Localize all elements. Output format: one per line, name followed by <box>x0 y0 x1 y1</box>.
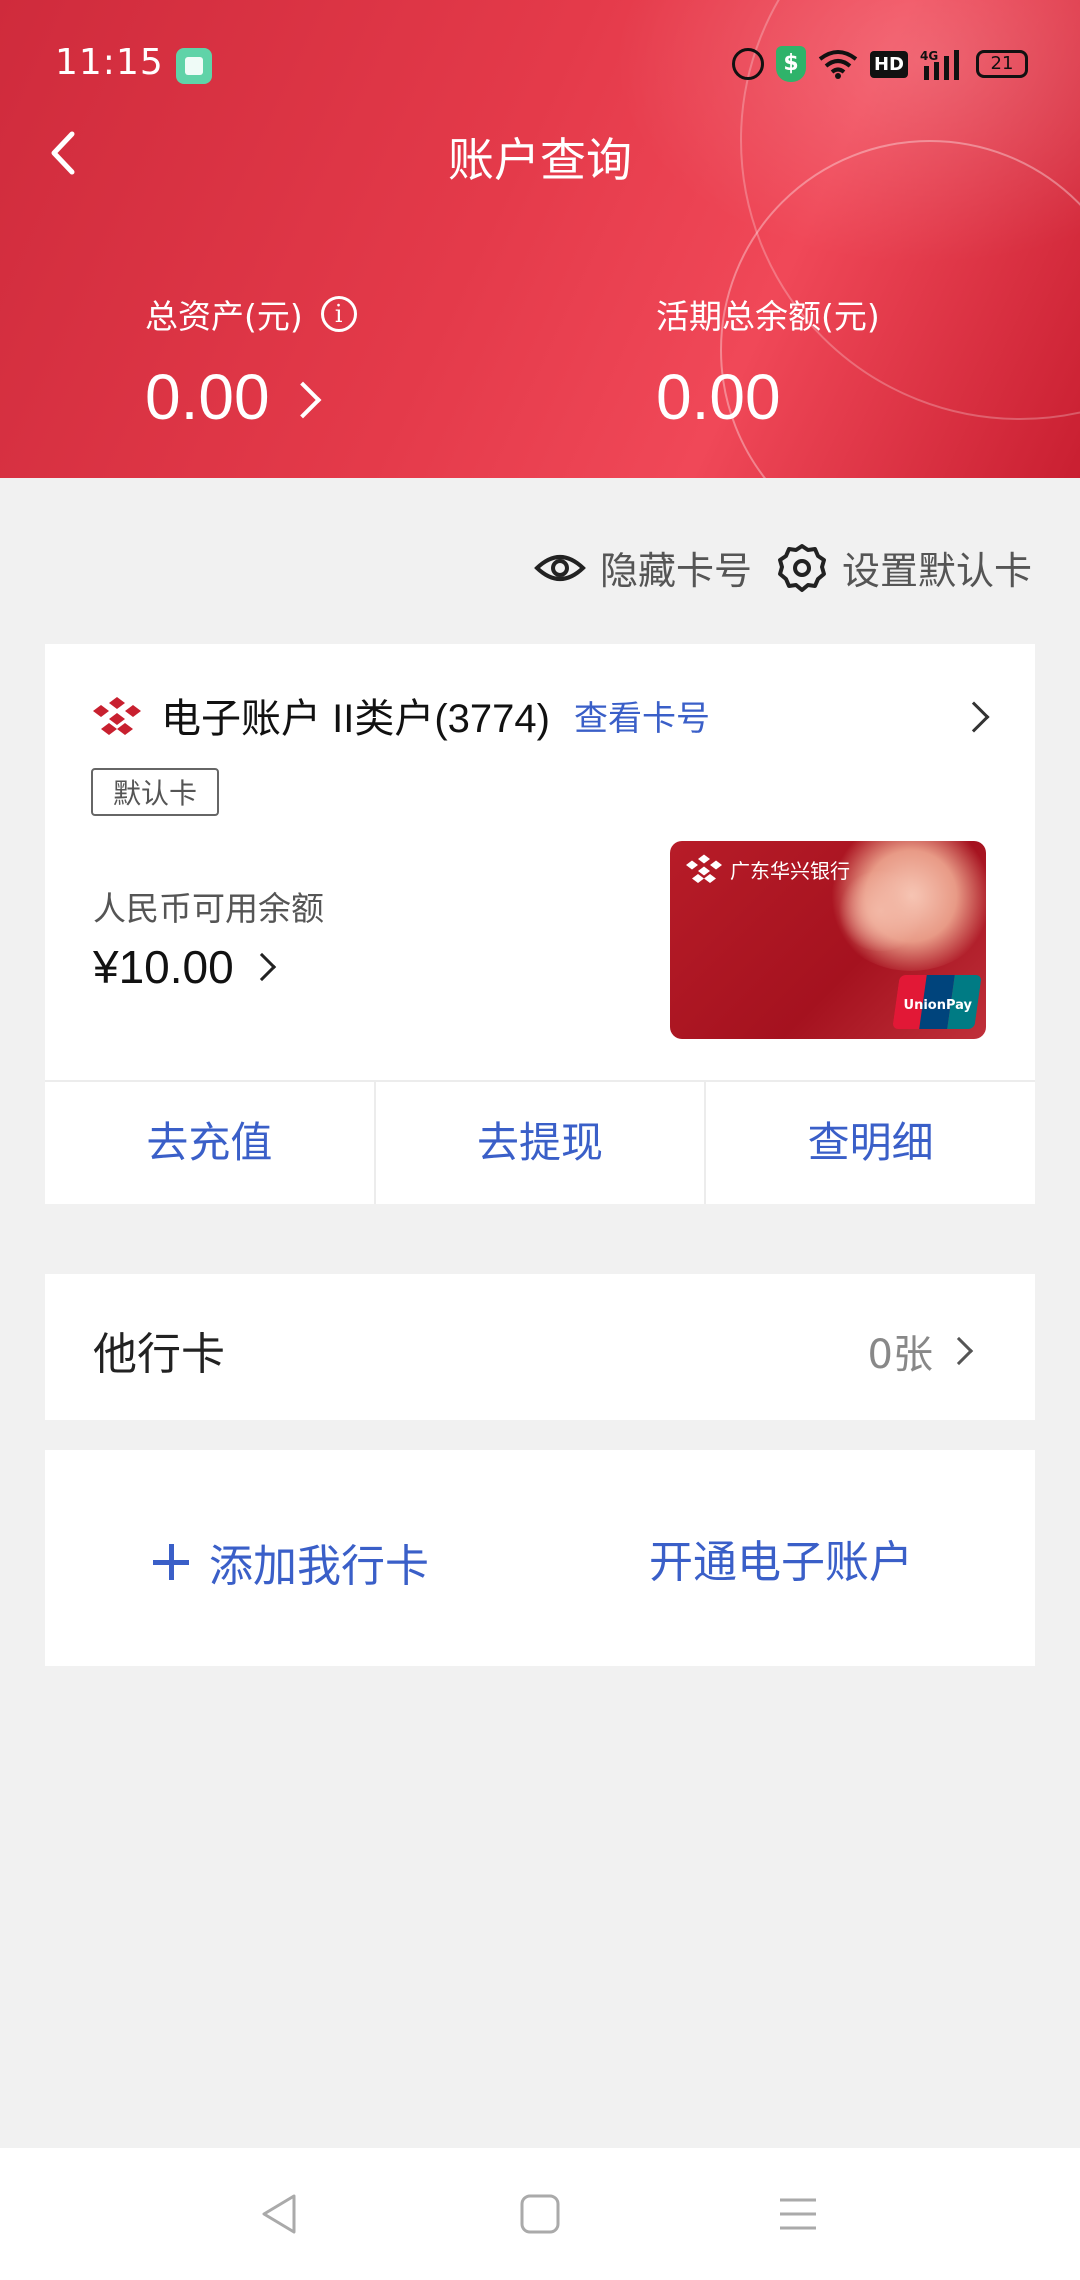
nav-home-icon[interactable] <box>518 2192 562 2236</box>
current-balance-label-row: 活期总余额(元) <box>656 290 880 338</box>
balance-value-row[interactable]: ¥10.00 <box>93 940 276 994</box>
total-assets-value: 0.00 <box>145 361 270 433</box>
shield-icon: $ <box>775 46 806 82</box>
chevron-right-icon <box>284 381 321 419</box>
balance-label: 人民币可用余额 <box>93 889 324 928</box>
page-title: 账户查询 <box>448 133 632 187</box>
app-notification-icon <box>176 48 212 84</box>
balance-value: ¥10.00 <box>93 941 234 993</box>
total-assets-label: 总资产(元) <box>145 297 303 336</box>
current-balance-value-row: 0.00 <box>656 360 880 434</box>
hide-card-number-button[interactable]: 隐藏卡号 <box>534 540 752 595</box>
other-bank-cards-label: 他行卡 <box>93 1329 225 1380</box>
plus-icon <box>153 1544 189 1580</box>
add-bank-card-label: 添加我行卡 <box>209 1541 429 1592</box>
hd-icon: HD <box>869 50 908 78</box>
chevron-right-icon <box>944 1336 974 1366</box>
view-card-number-link[interactable]: 查看卡号 <box>574 691 710 740</box>
svg-text:4G: 4G <box>920 49 938 63</box>
alarm-icon <box>731 48 764 80</box>
set-default-card-label: 设置默认卡 <box>841 549 1032 593</box>
system-navigation-bar <box>0 2148 1080 2280</box>
other-bank-cards-count-row: 0张 <box>867 1322 974 1380</box>
account-name: 电子账户 II类户(3774) <box>161 697 550 741</box>
details-button[interactable]: 查明细 <box>704 1082 1035 1204</box>
other-bank-cards-count: 0张 <box>867 1332 933 1378</box>
recharge-button[interactable]: 去充值 <box>45 1082 374 1204</box>
withdraw-button[interactable]: 去提现 <box>373 1082 705 1204</box>
add-account-panel: 添加我行卡 开通电子账户 <box>45 1450 1035 1666</box>
set-default-card-button[interactable]: 设置默认卡 <box>776 540 1032 595</box>
hide-card-number-label: 隐藏卡号 <box>599 549 752 593</box>
account-panel: 电子账户 II类户(3774) 查看卡号 默认卡 人民币可用余额 ¥10.00 … <box>45 644 1035 1204</box>
chevron-right-icon[interactable] <box>958 701 990 733</box>
card-bank-logo-icon <box>686 854 722 883</box>
account-actions: 去充值 去提现 查明细 <box>45 1080 1035 1204</box>
header-banner: 11:15 $ HD 4G 21 账户查询 总资产(元) i 0.00 活期总余… <box>0 0 1080 478</box>
total-assets-value-row[interactable]: 0.00 <box>145 360 357 434</box>
current-balance-value: 0.00 <box>656 361 781 433</box>
signal-icon: 4G <box>920 49 959 80</box>
battery-icon: 21 <box>976 50 1028 78</box>
card-bank-name: 广东华兴银行 <box>730 859 850 883</box>
total-assets[interactable]: 总资产(元) i 0.00 <box>145 290 357 434</box>
add-bank-card-button[interactable]: 添加我行卡 <box>153 1530 429 1594</box>
eye-icon <box>534 554 586 581</box>
total-assets-label-row: 总资产(元) i <box>145 290 357 338</box>
current-balance-label: 活期总余额(元) <box>656 297 880 336</box>
other-bank-cards-row[interactable]: 他行卡 0张 <box>45 1274 1035 1420</box>
current-balance: 活期总余额(元) 0.00 <box>656 290 880 434</box>
gear-icon <box>777 543 826 592</box>
nav-back-icon[interactable] <box>258 2192 302 2236</box>
system-icons: $ HD 4G 21 <box>731 46 1028 82</box>
info-icon[interactable]: i <box>320 296 357 332</box>
bank-card-image: 广东华兴银行 UnionPay <box>670 841 986 1039</box>
card-options: 隐藏卡号 设置默认卡 <box>534 540 1032 595</box>
wifi-icon <box>818 50 858 79</box>
account-header[interactable]: 电子账户 II类户(3774) 查看卡号 <box>93 686 710 744</box>
status-time: 11:15 <box>55 42 164 83</box>
status-bar: 11:15 $ HD 4G 21 <box>0 40 1080 90</box>
bank-logo-icon <box>93 697 141 735</box>
default-card-badge: 默认卡 <box>91 768 220 816</box>
unionpay-text: UnionPay <box>903 998 972 1013</box>
nav-menu-icon[interactable] <box>776 2192 820 2236</box>
open-e-account-button[interactable]: 开通电子账户 <box>649 1526 913 1590</box>
chevron-right-icon <box>247 952 276 982</box>
